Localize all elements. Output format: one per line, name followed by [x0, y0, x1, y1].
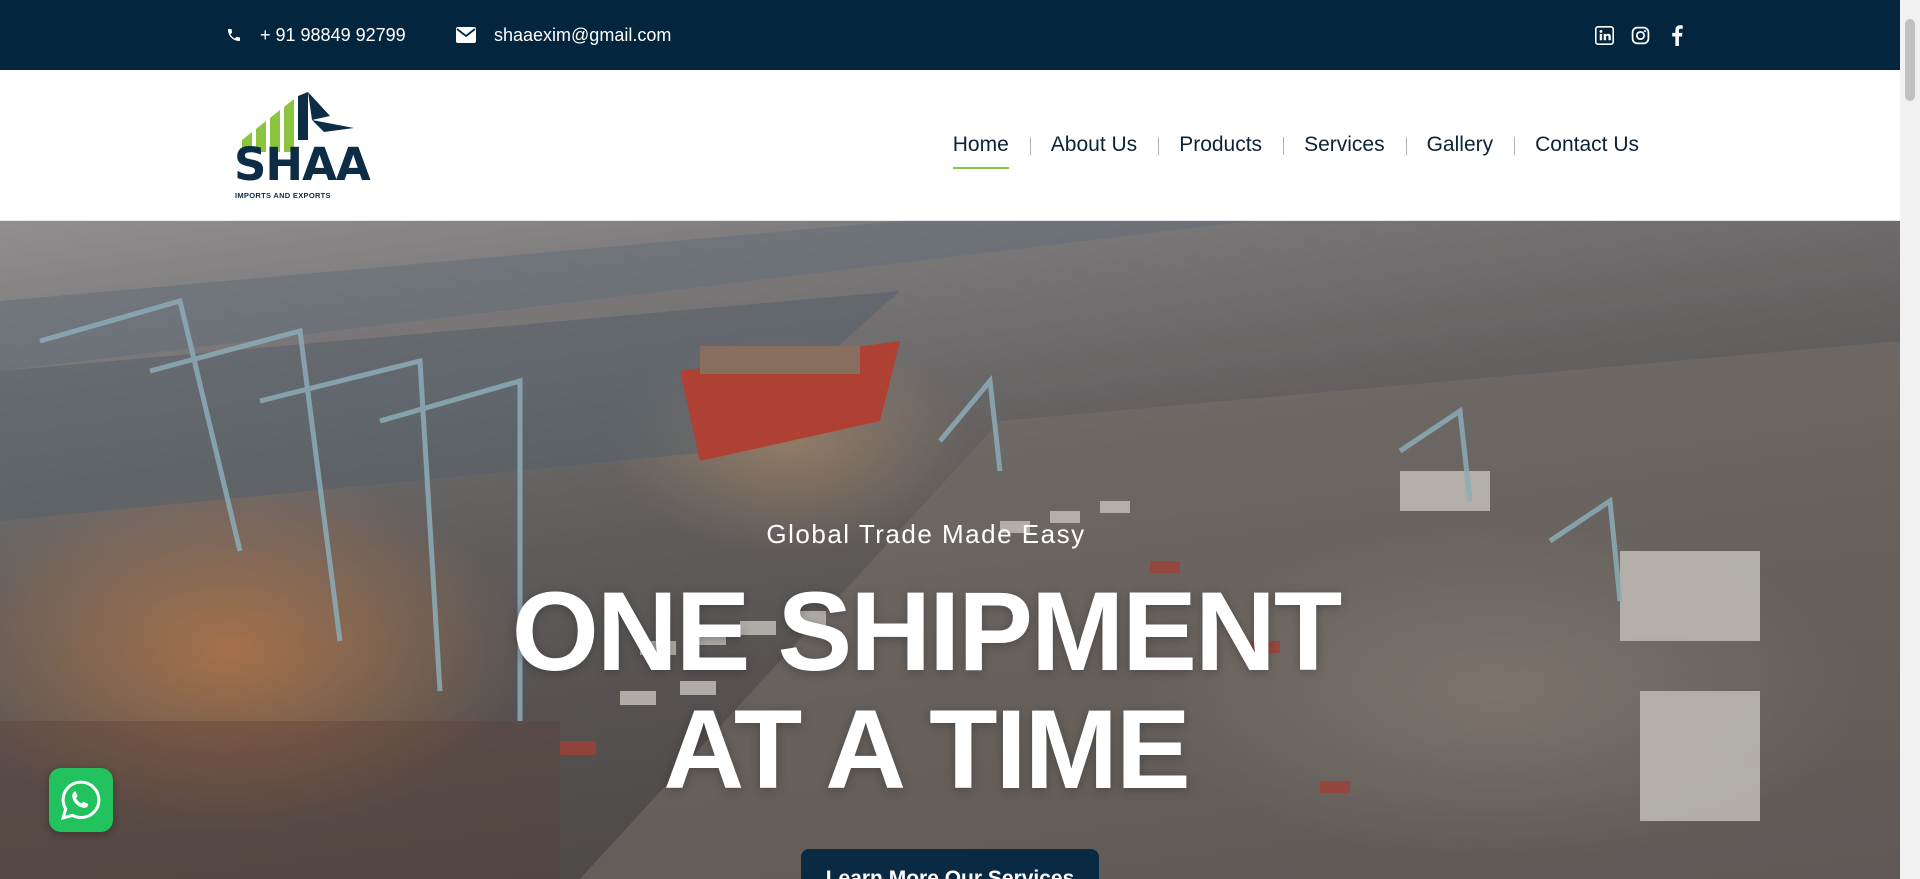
- hero-headline-line-1: ONE SHIPMENT: [511, 569, 1343, 694]
- main-navigation: Home About Us Products Services Gallery …: [932, 70, 1660, 220]
- nav-home[interactable]: Home: [932, 123, 1030, 169]
- hero-eyebrow: Global Trade Made Easy: [766, 519, 1086, 549]
- email-address: shaaexim@gmail.com: [494, 24, 672, 45]
- brand-logo[interactable]: SHAA IMPORTS AND EXPORTS: [228, 92, 371, 200]
- whatsapp-chat-button[interactable]: [49, 768, 113, 832]
- logo-tagline: IMPORTS AND EXPORTS: [235, 191, 331, 200]
- hero-headline-line-2: AT A TIME: [663, 687, 1190, 812]
- envelope-icon: [456, 27, 476, 43]
- page-scrollbar[interactable]: [1900, 0, 1920, 879]
- nav-gallery[interactable]: Gallery: [1405, 123, 1515, 167]
- site-header: SHAA IMPORTS AND EXPORTS Home About Us P…: [0, 70, 1900, 221]
- nav-contact-us[interactable]: Contact Us: [1514, 123, 1660, 167]
- learn-more-services-button[interactable]: Learn More Our Services: [801, 849, 1099, 879]
- facebook-icon[interactable]: [1666, 24, 1687, 46]
- linkedin-icon[interactable]: [1594, 25, 1615, 46]
- hero-headline: ONE SHIPMENT AT A TIME: [0, 573, 1852, 809]
- phone-icon: [228, 29, 240, 41]
- hero-banner: Global Trade Made Easy ONE SHIPMENT AT A…: [0, 221, 1900, 879]
- social-links: [1594, 0, 1687, 70]
- logo-wordmark: SHAA: [234, 138, 371, 191]
- phone-contact[interactable]: + 91 98849 92799: [226, 0, 406, 70]
- whatsapp-icon: [60, 780, 101, 821]
- nav-services[interactable]: Services: [1283, 123, 1406, 167]
- nav-products[interactable]: Products: [1158, 123, 1283, 167]
- phone-number: + 91 98849 92799: [260, 24, 406, 45]
- email-contact[interactable]: shaaexim@gmail.com: [456, 0, 671, 70]
- instagram-icon[interactable]: [1630, 25, 1651, 46]
- scrollbar-thumb[interactable]: [1905, 19, 1915, 101]
- nav-about-us[interactable]: About Us: [1029, 123, 1158, 167]
- top-contact-bar: + 91 98849 92799 shaaexim@gmail.com: [0, 0, 1900, 70]
